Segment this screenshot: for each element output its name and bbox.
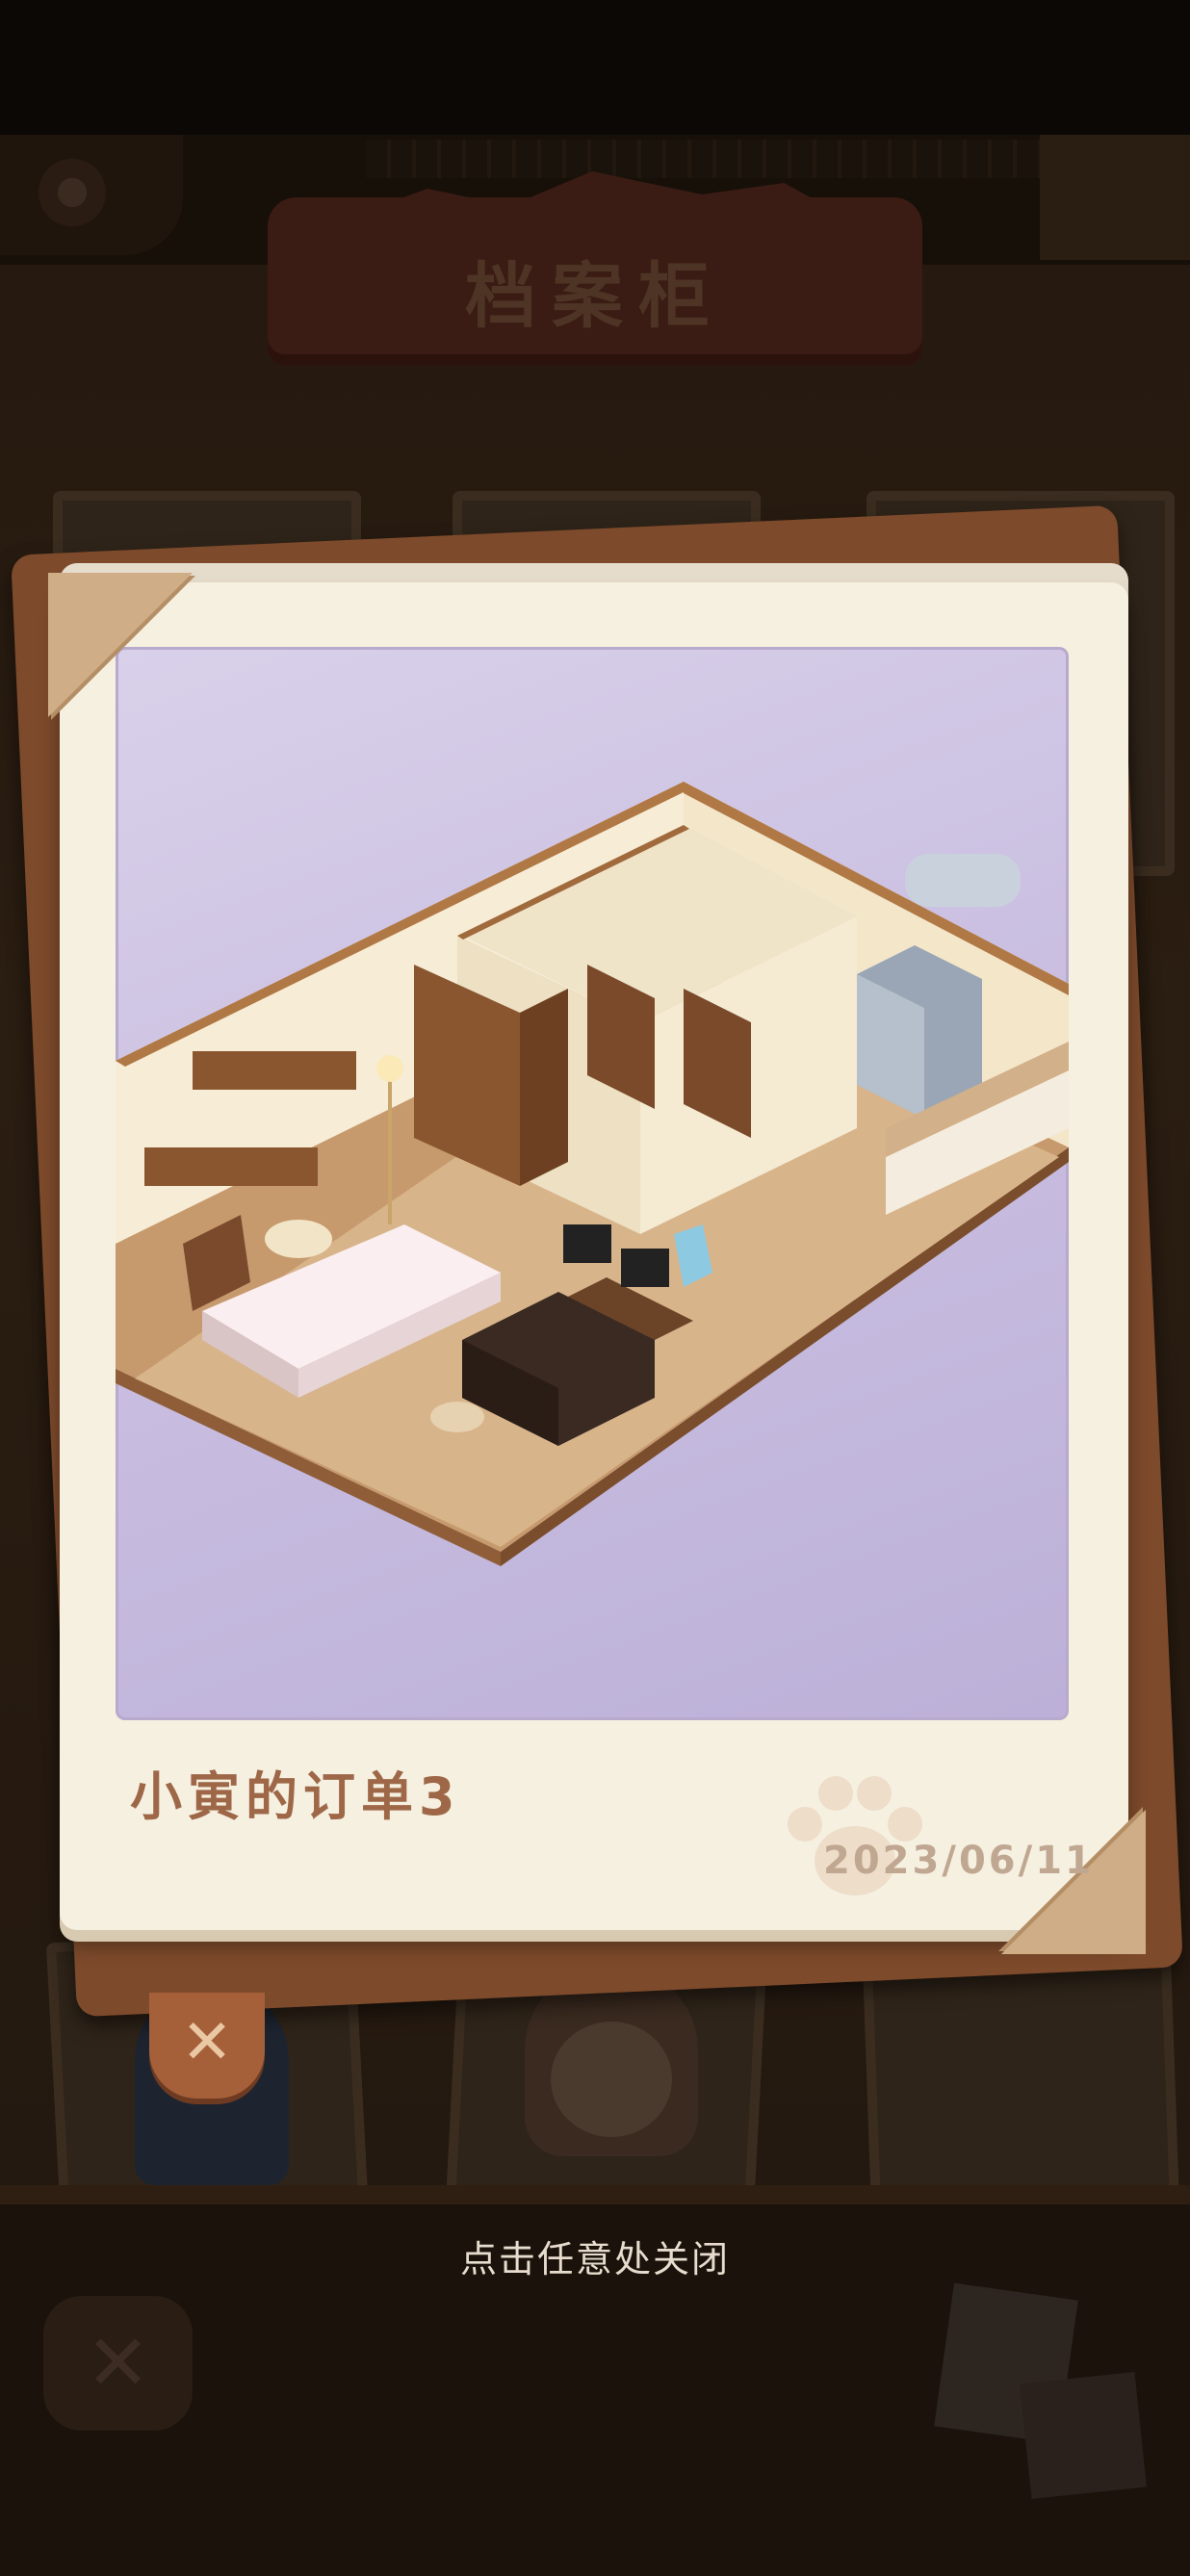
isometric-room-illustration <box>116 782 1069 1566</box>
photo-corner-tl <box>48 573 193 717</box>
character-face <box>551 2022 672 2137</box>
page-title: 档案柜 <box>465 255 725 338</box>
shelf-board <box>0 2185 1190 2204</box>
top-bar-area <box>0 0 1190 135</box>
photo-date: 2023/06/11 <box>823 1839 1095 1883</box>
close-icon[interactable]: ✕ <box>178 2004 236 2081</box>
note-paper <box>1020 2372 1147 2499</box>
room-photo <box>116 647 1069 1720</box>
dismiss-hint[interactable]: 点击任意处关闭 <box>0 2229 1190 2282</box>
shelf-books <box>366 140 1040 178</box>
close-icon: ✕ <box>85 2318 151 2408</box>
photo-caption: 小寅的订单3 <box>130 1766 461 1827</box>
flower-icon <box>39 159 106 226</box>
bookshelf-decoration <box>1040 135 1190 260</box>
